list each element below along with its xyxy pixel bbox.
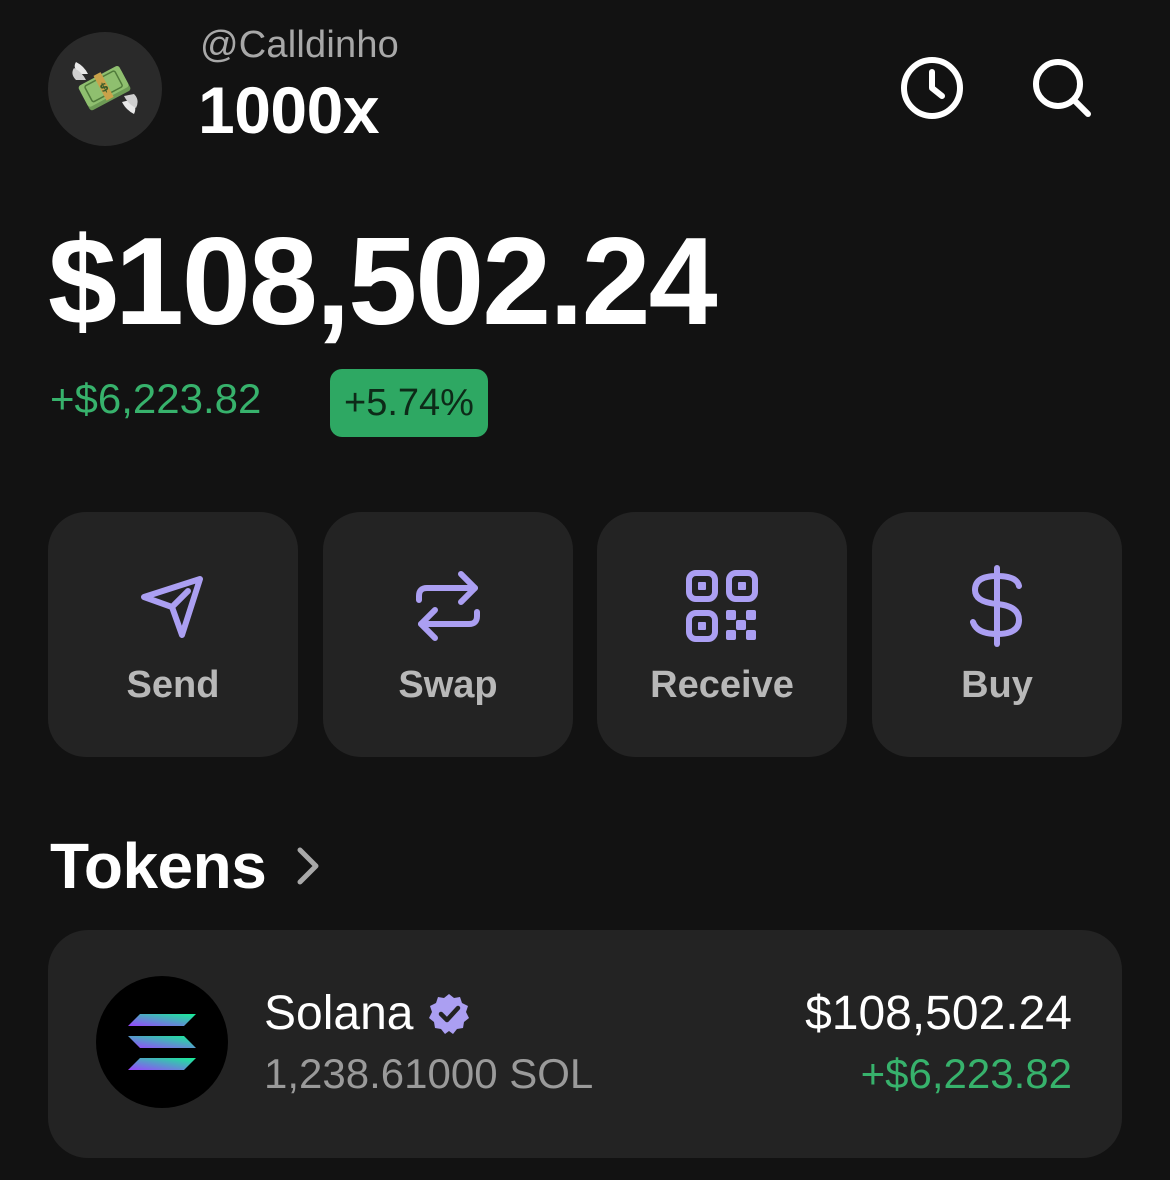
swap-button[interactable]: Swap: [323, 512, 573, 757]
swap-icon: [416, 571, 480, 641]
balance-change-badge: +5.74%: [330, 369, 488, 437]
total-balance: $108,502.24: [48, 213, 718, 351]
balance-change-amount: +$6,223.82: [50, 375, 262, 422]
tokens-section-header[interactable]: Tokens: [50, 826, 320, 906]
token-row-solana[interactable]: Solana 1,238.61000 SOL $108,502.24 +$6,2…: [48, 930, 1122, 1158]
solana-icon: [128, 1014, 196, 1070]
chevron-right-icon: [297, 847, 319, 885]
qr-code-icon: [686, 570, 758, 642]
receive-button[interactable]: Receive: [597, 512, 847, 757]
receive-label: Receive: [650, 664, 794, 706]
token-amount: 1,238.61000 SOL: [264, 1050, 594, 1097]
money-with-wings-icon: $: [72, 62, 138, 114]
solana-logo: [96, 976, 228, 1108]
swap-label: Swap: [398, 664, 498, 706]
token-name: Solana: [264, 987, 414, 1040]
send-button[interactable]: Send: [48, 512, 298, 757]
search-icon: [1033, 59, 1091, 117]
account-name[interactable]: 1000x: [198, 72, 380, 148]
token-change: +$6,223.82: [860, 1050, 1072, 1097]
buy-label: Buy: [961, 664, 1033, 706]
avatar[interactable]: $: [48, 32, 162, 146]
history-button[interactable]: [898, 54, 966, 122]
account-handle: @Calldinho: [200, 24, 400, 66]
dollar-icon: [970, 565, 1023, 647]
buy-button[interactable]: Buy: [872, 512, 1122, 757]
token-value: $108,502.24: [805, 987, 1072, 1040]
clock-icon: [901, 57, 963, 119]
tokens-title: Tokens: [50, 830, 267, 902]
search-button[interactable]: [1028, 54, 1096, 122]
send-label: Send: [126, 664, 220, 706]
verified-badge-icon: [429, 993, 470, 1034]
send-icon: [141, 576, 203, 638]
